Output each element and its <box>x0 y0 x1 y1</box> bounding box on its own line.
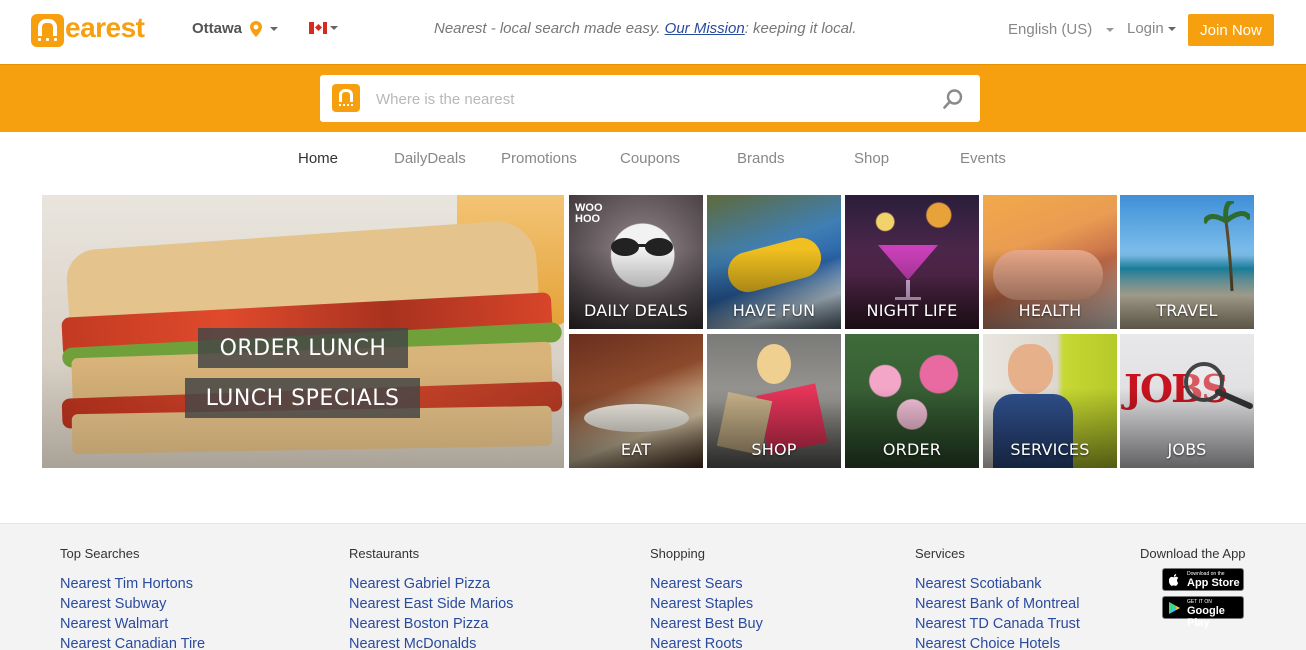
chevron-down-icon <box>1106 27 1115 32</box>
tile-label: JOBS <box>1167 440 1207 459</box>
search-input[interactable] <box>376 88 916 110</box>
tile-eat[interactable]: EAT <box>569 334 703 468</box>
footer-link[interactable]: Nearest Subway <box>60 594 205 614</box>
footer-link[interactable]: Nearest Roots <box>650 634 763 650</box>
chevron-down-icon <box>1167 26 1176 31</box>
tile-travel[interactable]: TRAVEL <box>1120 195 1254 329</box>
country-selector[interactable] <box>309 22 338 34</box>
tile-label: SHOP <box>751 440 797 459</box>
tagline-prefix: Nearest - local search made easy. <box>434 20 661 37</box>
footer-top-searches: Top Searches Nearest Tim Hortons Nearest… <box>60 546 205 650</box>
nav-dailydeals[interactable]: DailyDeals <box>394 150 466 167</box>
footer-link[interactable]: Nearest Staples <box>650 594 763 614</box>
site-header: earest Ottawa Nearest - local search mad… <box>0 0 1306 64</box>
nav-events[interactable]: Events <box>960 150 1006 167</box>
app-store-button[interactable]: Download on the App Store <box>1162 568 1244 591</box>
tile-services[interactable]: SERVICES <box>983 334 1117 468</box>
nav-promotions[interactable]: Promotions <box>501 150 577 167</box>
nearest-logo[interactable]: earest <box>31 12 145 47</box>
footer-link[interactable]: Nearest Best Buy <box>650 614 763 634</box>
tile-label: HAVE FUN <box>732 301 816 320</box>
tile-label: DAILY DEALS <box>584 301 688 320</box>
tile-night-life[interactable]: NIGHT LIFE <box>845 195 979 329</box>
search-icon[interactable] <box>942 88 964 110</box>
tile-label: HEALTH <box>1018 301 1082 320</box>
tile-label: EAT <box>620 440 652 459</box>
footer-link[interactable]: Nearest Boston Pizza <box>349 614 513 634</box>
login-label: Login <box>1127 20 1164 37</box>
our-mission-link[interactable]: Our Mission <box>665 20 745 37</box>
footer-heading: Shopping <box>650 546 705 561</box>
language-label: English (US) <box>1008 21 1093 38</box>
tile-order[interactable]: ORDER <box>845 334 979 468</box>
apple-icon <box>1169 574 1179 586</box>
footer-link[interactable]: Nearest East Side Marios <box>349 594 513 614</box>
footer-heading: Services <box>915 546 965 561</box>
city-selector[interactable]: Ottawa <box>192 20 279 37</box>
footer-link[interactable]: Nearest Gabriel Pizza <box>349 574 513 594</box>
woohoo-badge: WOO HOO <box>575 202 603 225</box>
footer-link[interactable]: Nearest TD Canada Trust <box>915 614 1080 634</box>
google-play-icon <box>1169 602 1180 614</box>
join-now-button[interactable]: Join Now <box>1188 14 1274 46</box>
nav-brands[interactable]: Brands <box>737 150 785 167</box>
footer-heading: Top Searches <box>60 546 140 561</box>
footer-download-app: Download the App Download on the App Sto… <box>1140 546 1246 629</box>
footer-heading: Restaurants <box>349 546 420 561</box>
nav-home[interactable]: Home <box>298 150 338 167</box>
search-bar <box>320 75 980 122</box>
footer-heading: Download the App <box>1140 546 1246 561</box>
tile-daily-deals[interactable]: WOO HOO DAILY DEALS <box>569 195 703 329</box>
language-selector[interactable]: English (US) <box>1008 21 1115 38</box>
footer-link[interactable]: Nearest Walmart <box>60 614 205 634</box>
tagline: Nearest - local search made easy. Our Mi… <box>434 20 856 37</box>
tile-shop[interactable]: SHOP <box>707 334 841 468</box>
nav-coupons[interactable]: Coupons <box>620 150 680 167</box>
tile-label: ORDER <box>882 440 942 459</box>
canada-flag-icon <box>309 22 327 34</box>
footer-services: Services Nearest Scotiabank Nearest Bank… <box>915 546 1080 650</box>
logo-n-icon <box>332 84 360 112</box>
tile-label: SERVICES <box>1010 440 1090 459</box>
footer-link[interactable]: Nearest Tim Hortons <box>60 574 205 594</box>
site-footer: Top Searches Nearest Tim Hortons Nearest… <box>0 523 1306 650</box>
footer-shopping: Shopping Nearest Sears Nearest Staples N… <box>650 546 763 650</box>
footer-link[interactable]: Nearest Sears <box>650 574 763 594</box>
tile-health[interactable]: HEALTH <box>983 195 1117 329</box>
main-nav: Home DailyDeals Promotions Coupons Brand… <box>0 150 1306 176</box>
hero-banner[interactable]: ORDER LUNCH LUNCH SPECIALS <box>42 195 564 468</box>
logo-n-icon <box>31 14 64 47</box>
footer-link[interactable]: Nearest Choice Hotels <box>915 634 1080 650</box>
chevron-down-icon <box>270 26 279 31</box>
footer-link[interactable]: Nearest McDonalds <box>349 634 513 650</box>
lunch-specials-button[interactable]: LUNCH SPECIALS <box>185 378 420 418</box>
tile-label: TRAVEL <box>1156 301 1218 320</box>
tile-have-fun[interactable]: HAVE FUN <box>707 195 841 329</box>
city-name: Ottawa <box>192 20 243 37</box>
google-play-button[interactable]: GET IT ON Google Play <box>1162 596 1244 629</box>
location-pin-icon <box>250 20 263 37</box>
login-menu[interactable]: Login <box>1127 20 1176 37</box>
chevron-down-icon <box>330 26 338 30</box>
tile-jobs[interactable]: JOBS JOBS <box>1120 334 1254 468</box>
footer-link[interactable]: Nearest Canadian Tire <box>60 634 205 650</box>
search-band <box>0 64 1306 132</box>
footer-link[interactable]: Nearest Scotiabank <box>915 574 1080 594</box>
nav-shop[interactable]: Shop <box>854 150 889 167</box>
order-lunch-button[interactable]: ORDER LUNCH <box>198 328 408 368</box>
footer-restaurants: Restaurants Nearest Gabriel Pizza Neares… <box>349 546 513 650</box>
footer-link[interactable]: Nearest Bank of Montreal <box>915 594 1080 614</box>
tile-label: NIGHT LIFE <box>866 301 958 320</box>
tagline-suffix: : keeping it local. <box>744 20 857 37</box>
logo-text: earest <box>65 12 145 43</box>
